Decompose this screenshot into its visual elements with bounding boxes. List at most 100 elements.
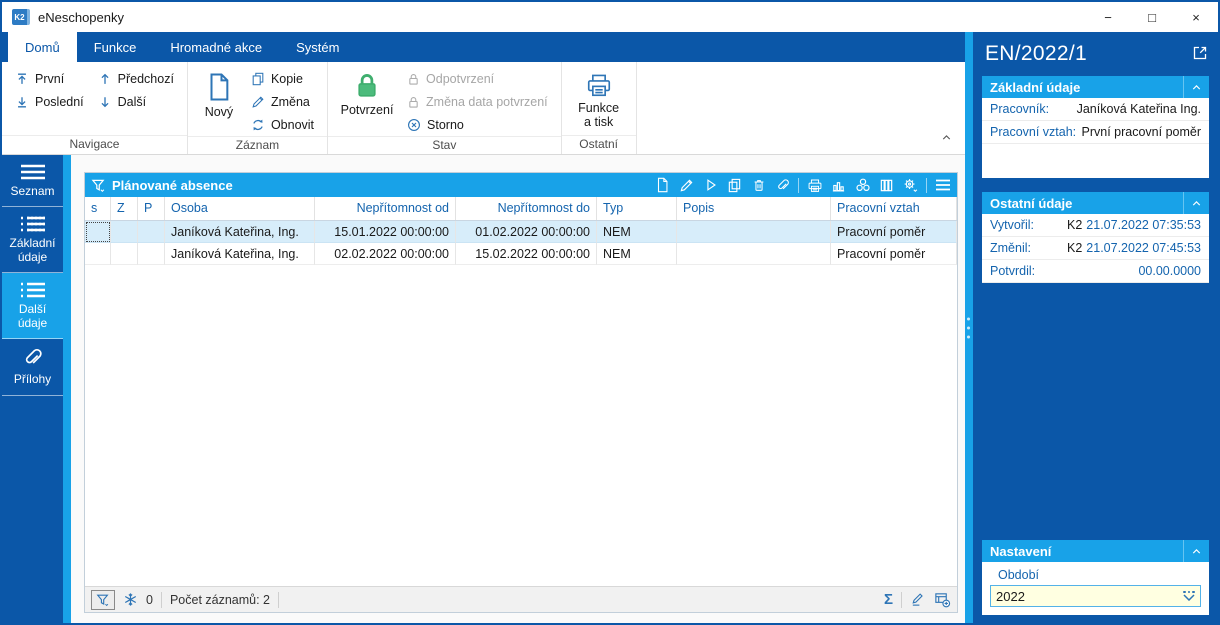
popout-icon[interactable] — [1192, 45, 1208, 61]
grid-empty-area — [85, 265, 957, 586]
column-header-od[interactable]: Nepřítomnost od — [315, 197, 456, 220]
section-header-nastaveni[interactable]: Nastavení — [982, 540, 1209, 562]
first-button[interactable]: První — [10, 68, 89, 90]
collapse-section-icon[interactable] — [1183, 76, 1209, 98]
sum-icon[interactable]: Σ — [884, 591, 893, 608]
reports-icon[interactable] — [854, 177, 871, 194]
quick-edit-icon[interactable] — [910, 592, 925, 607]
section-zakladni-udaje: Základní údaje Pracovník: Janíková Kateř… — [982, 76, 1209, 178]
printer-icon — [585, 72, 613, 98]
new-record-icon[interactable] — [654, 177, 671, 194]
run-icon[interactable] — [702, 177, 719, 194]
paperclip-icon — [23, 347, 43, 369]
section-nastaveni: Nastavení Období — [982, 540, 1209, 615]
functions-print-button[interactable]: Funkce a tisk — [570, 66, 628, 135]
sidebar-item-zakladni-udaje[interactable]: Základní údaje — [2, 207, 63, 274]
minimize-button[interactable]: − — [1086, 2, 1130, 32]
field-vytvoril: Vytvořil: K2 21.07.2022 07:35:53 — [982, 214, 1209, 237]
print-icon[interactable] — [806, 177, 823, 194]
titlebar: K2 eNeschopenky − □ × — [2, 2, 1218, 32]
hamburger-list-icon — [20, 163, 46, 181]
unconfirm-button[interactable]: Odpotvrzení — [402, 68, 553, 90]
column-header-p[interactable]: P — [138, 197, 165, 220]
copy-button[interactable]: Kopie — [246, 68, 319, 90]
column-header-osoba[interactable]: Osoba — [165, 197, 315, 220]
column-header-typ[interactable]: Typ — [597, 197, 677, 220]
grid-row-1[interactable]: Janíková Kateřina, Ing. 15.01.2022 00:00… — [85, 221, 957, 243]
grid-header-row: s Z P Osoba Nepřítomnost od Nepřítomnost… — [85, 197, 957, 221]
tab-hromadne-akce[interactable]: Hromadné akce — [153, 32, 279, 62]
copy-icon — [251, 72, 265, 86]
grid-row-2[interactable]: Janíková Kateřina, Ing. 02.02.2022 00:00… — [85, 243, 957, 265]
sidebar-item-prilohy[interactable]: Přílohy — [2, 339, 63, 396]
next-button[interactable]: Další — [93, 91, 179, 113]
status-filter-button[interactable] — [91, 589, 115, 610]
close-button[interactable]: × — [1174, 2, 1218, 32]
previous-button[interactable]: Předchozí — [93, 68, 179, 90]
change-button[interactable]: Změna — [246, 91, 319, 113]
field-potvrdil: Potvrdil: 00.00.0000 — [982, 260, 1209, 283]
status-separator — [901, 591, 902, 608]
field-pracovnik: Pracovník: Janíková Kateřina Ing. — [982, 98, 1209, 121]
panel-splitter[interactable] — [965, 32, 973, 623]
section-header-ostatni[interactable]: Ostatní údaje — [982, 192, 1209, 214]
column-header-do[interactable]: Nepřítomnost do — [456, 197, 597, 220]
group-label-ostatni: Ostatní — [561, 135, 636, 154]
chart-icon[interactable] — [830, 177, 847, 194]
sidebar-splitter[interactable] — [63, 155, 71, 623]
column-header-s[interactable]: s — [85, 197, 111, 220]
maximize-button[interactable]: □ — [1130, 2, 1174, 32]
collapse-section-icon[interactable] — [1183, 192, 1209, 214]
section-header-zakladni[interactable]: Základní údaje — [982, 76, 1209, 98]
record-count-label: Počet záznamů: 2 — [169, 592, 271, 607]
column-header-vztah[interactable]: Pracovní vztah — [831, 197, 957, 220]
period-input[interactable] — [991, 588, 1178, 604]
columns-icon[interactable] — [878, 177, 895, 194]
cancel-button[interactable]: Storno — [402, 114, 553, 136]
tab-funkce[interactable]: Funkce — [77, 32, 154, 62]
section-ostatni-udaje: Ostatní údaje Vytvořil: K2 21.07.2022 07:… — [982, 192, 1209, 283]
period-dropdown-icon[interactable] — [1178, 586, 1200, 606]
settings-gear-icon[interactable] — [902, 177, 919, 194]
add-view-icon[interactable] — [933, 591, 951, 608]
attachment-icon[interactable] — [774, 177, 791, 194]
filter-funnel-icon[interactable] — [91, 178, 106, 193]
change-confirm-date-button[interactable]: Změna data potvrzení — [402, 91, 553, 113]
ribbon-group-stav: Potvrzení Odpotvrzení Změna data potvrze… — [328, 62, 562, 154]
record-id-title: EN/2022/1 — [985, 42, 1087, 65]
delete-record-icon[interactable] — [750, 177, 767, 194]
group-label-stav: Stav — [328, 136, 561, 155]
tab-system[interactable]: Systém — [279, 32, 356, 62]
copy-record-icon[interactable] — [726, 177, 743, 194]
window-title: eNeschopenky — [38, 9, 124, 25]
collapse-section-icon[interactable] — [1183, 540, 1209, 562]
left-sidebar: Seznam Základní údaje Další údaje Příloh… — [2, 155, 63, 623]
arrow-down-icon — [98, 95, 112, 109]
tab-domu[interactable]: Domů — [8, 32, 77, 62]
pencil-icon — [251, 95, 265, 109]
last-button[interactable]: Poslední — [10, 91, 89, 113]
splitter-grip[interactable] — [967, 317, 970, 338]
toolbar-separator — [798, 177, 799, 193]
column-header-z[interactable]: Z — [111, 197, 138, 220]
k2-logo-icon: K2 — [12, 9, 30, 25]
sidebar-item-dalsi-udaje[interactable]: Další údaje — [2, 273, 63, 340]
x-circle-icon — [407, 118, 421, 132]
planned-absences-grid: Plánované absence s Z P Osoba Nepřítomno… — [84, 172, 958, 613]
field-pracovni-vztah: Pracovní vztah: První pracovní poměr — [982, 121, 1209, 144]
edit-record-icon[interactable] — [678, 177, 695, 194]
collapse-ribbon-icon[interactable] — [940, 131, 953, 144]
grid-menu-icon[interactable] — [934, 177, 951, 194]
frozen-rows-icon[interactable] — [123, 592, 138, 607]
sidebar-item-seznam[interactable]: Seznam — [2, 155, 63, 208]
confirm-button[interactable]: Potvrzení — [336, 66, 398, 136]
toolbar-separator — [926, 177, 927, 193]
refresh-button[interactable]: Obnovit — [246, 114, 319, 136]
column-header-popis[interactable]: Popis — [677, 197, 831, 220]
new-button[interactable]: Nový — [196, 66, 242, 136]
lock-gray-icon — [407, 73, 420, 86]
ribbon-group-ostatni: Funkce a tisk Ostatní — [561, 62, 637, 154]
new-document-icon — [205, 72, 233, 102]
group-label-navigace: Navigace — [2, 135, 187, 154]
lock-green-icon — [354, 72, 380, 100]
